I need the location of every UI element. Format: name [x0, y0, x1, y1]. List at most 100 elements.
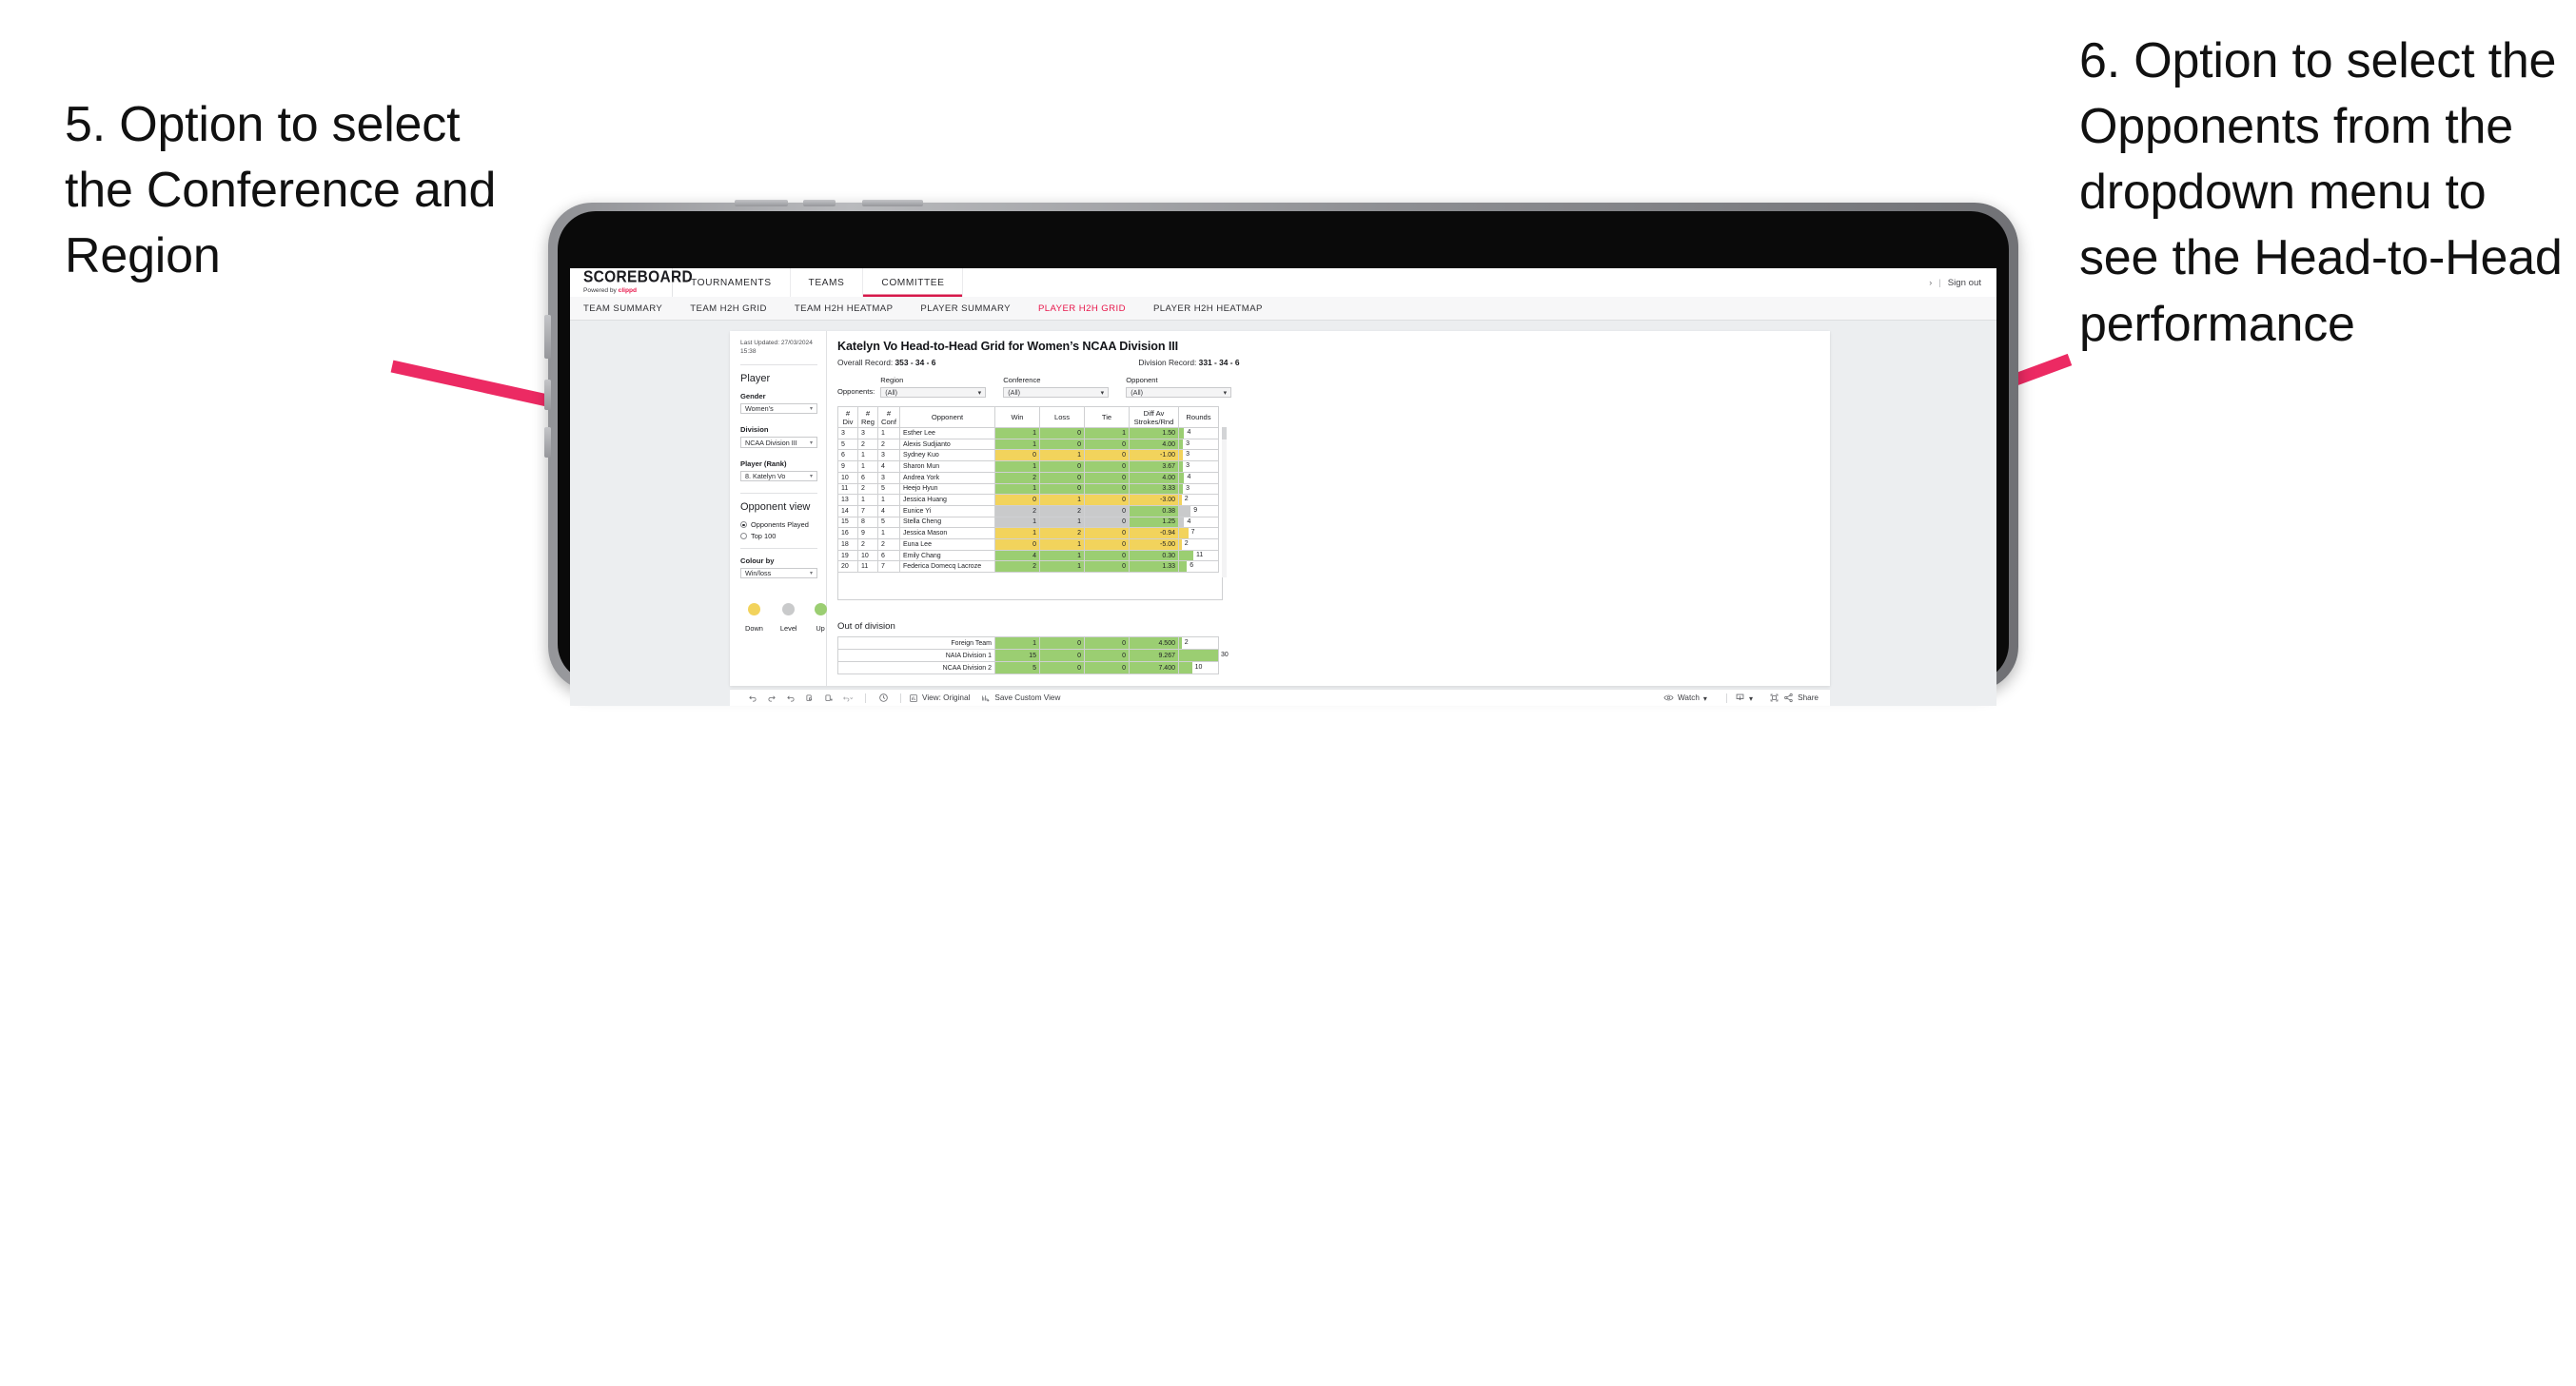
save-custom-view-button[interactable]: Save Custom View — [981, 693, 1060, 703]
opponent-value: (All) — [1131, 387, 1144, 397]
refresh-icon[interactable] — [800, 693, 819, 703]
table-row[interactable]: 18 2 2 Euna Lee 0 1 0 -5.00 2 — [837, 538, 1219, 551]
table-row[interactable]: 5 2 2 Alexis Sudjianto 1 0 0 4.00 3 — [837, 438, 1219, 451]
table-row[interactable]: 19 10 6 Emily Chang 4 1 0 0.30 11 — [837, 549, 1219, 562]
cell-0: 15 — [837, 516, 858, 529]
cell-6: 0 — [1084, 438, 1130, 451]
out-of-division-row[interactable]: NAIA Division 1 15 0 0 9.267 30 — [837, 649, 1229, 663]
player-rank-select[interactable]: 8. Katelyn Vo ▾ — [740, 470, 817, 482]
app-root: SCOREBOARD Powered by clippd TOURNAMENTS… — [570, 268, 1996, 706]
table-row[interactable]: 9 1 4 Sharon Mun 1 0 0 3.67 3 — [837, 460, 1219, 473]
undo-icon[interactable] — [743, 693, 762, 703]
col-header-4[interactable]: Win — [994, 406, 1040, 428]
table-row[interactable]: 15 8 5 Stella Cheng 1 1 0 1.25 4 — [837, 516, 1219, 529]
radio-opponents-played[interactable]: Opponents Played — [740, 520, 817, 529]
side-button-1[interactable] — [544, 315, 551, 359]
table-row[interactable]: 6 1 3 Sydney Kuo 0 1 0 -1.00 3 — [837, 449, 1219, 462]
grid-blank-area — [837, 573, 1223, 601]
side-button-2[interactable] — [544, 380, 551, 410]
cell-5: 1 — [1039, 549, 1085, 562]
rounds-value: 3 — [1186, 484, 1190, 492]
col-header-0[interactable]: # Div — [837, 406, 858, 428]
side-button-3[interactable] — [544, 427, 551, 458]
table-row[interactable]: 13 1 1 Jessica Huang 0 1 0 -3.00 2 — [837, 494, 1219, 506]
region-select[interactable]: (All) ▾ — [880, 386, 987, 398]
topnav-teams[interactable]: TEAMS — [791, 268, 864, 297]
undo-dropdown-icon[interactable] — [838, 693, 857, 703]
ood-cell-1: 0 — [1039, 636, 1085, 651]
legend-level-label: Level — [779, 624, 797, 634]
conference-select[interactable]: (All) ▾ — [1003, 386, 1110, 398]
cell-1: 11 — [857, 560, 878, 574]
cell-5: 0 — [1039, 471, 1085, 484]
col-header-2[interactable]: # Conf — [877, 406, 900, 428]
chevron-down-icon: ▾ — [809, 406, 813, 413]
table-row[interactable]: 14 7 4 Eunice Yi 2 2 0 0.38 9 — [837, 504, 1219, 517]
rounds-bar-cell: 3 — [1178, 482, 1219, 496]
view-original-label: View: Original — [922, 693, 971, 702]
subnav-player-h2h-grid[interactable]: PLAYER H2H GRID — [1038, 303, 1126, 314]
cell-5: 0 — [1039, 438, 1085, 451]
rounds-bar-fill — [1179, 528, 1189, 538]
radio-opponents-played-label: Opponents Played — [751, 520, 809, 530]
rounds-bar-fill — [1179, 551, 1194, 560]
col-header-7[interactable]: Diff Av Strokes/Rnd — [1129, 406, 1179, 428]
redo-icon[interactable] — [762, 693, 781, 703]
download-button[interactable]: ▾ — [1735, 693, 1753, 703]
grid-vertical-scrollbar[interactable] — [1222, 427, 1227, 577]
topnav-committee[interactable]: COMMITTEE — [863, 268, 964, 297]
cell-7: 4.00 — [1129, 438, 1179, 451]
table-row[interactable]: 16 9 1 Jessica Mason 1 2 0 -0.94 7 — [837, 527, 1219, 540]
cell-3: Stella Cheng — [899, 516, 995, 529]
powered-prefix: Powered by — [583, 287, 619, 295]
table-row[interactable]: 10 6 3 Andrea York 2 0 0 4.00 4 — [837, 471, 1219, 484]
scrollbar-thumb[interactable] — [1222, 427, 1227, 439]
rounds-bar-cell: 9 — [1178, 504, 1219, 517]
player-rank-label: Player (Rank) — [740, 459, 787, 468]
subnav-player-summary[interactable]: PLAYER SUMMARY — [920, 303, 1011, 314]
col-header-3[interactable]: Opponent — [899, 406, 995, 428]
view-original-button[interactable]: View: Original — [909, 693, 970, 703]
watch-button[interactable]: Watch ▾ — [1663, 693, 1707, 703]
brand-logo[interactable]: SCOREBOARD Powered by clippd — [570, 268, 693, 297]
out-of-division-row[interactable]: NCAA Division 2 5 0 0 7.400 10 — [837, 661, 1219, 675]
volume-up-button[interactable] — [735, 200, 788, 206]
gender-select[interactable]: Women’s ▾ — [740, 402, 817, 415]
volume-down-button[interactable] — [803, 200, 836, 206]
col-header-5[interactable]: Loss — [1039, 406, 1085, 428]
out-of-division-row[interactable]: Foreign Team 1 0 0 4.500 2 — [837, 636, 1219, 651]
gender-value: Women’s — [745, 404, 774, 414]
sign-out-link[interactable]: Sign out — [1948, 278, 1981, 288]
division-select[interactable]: NCAA Division III ▾ — [740, 437, 817, 448]
table-row[interactable]: 3 3 1 Esther Lee 1 0 1 1.50 4 — [837, 427, 1219, 439]
chevron-down-icon: ▾ — [1223, 387, 1228, 397]
subnav-player-h2h-heatmap[interactable]: PLAYER H2H HEATMAP — [1153, 303, 1263, 314]
revert-icon[interactable] — [781, 693, 800, 703]
table-row[interactable]: 20 11 7 Federica Domecq Lacroze 2 1 0 1.33 6 — [837, 560, 1219, 574]
radio-top-100[interactable]: Top 100 — [740, 532, 817, 540]
cell-0: 20 — [837, 560, 858, 574]
power-button[interactable] — [862, 200, 923, 206]
rounds-value: 3 — [1186, 439, 1190, 447]
cell-0: 16 — [837, 527, 858, 540]
ood-rounds-bar-cell: 10 — [1178, 661, 1219, 675]
cell-6: 0 — [1084, 516, 1130, 529]
cell-4: 1 — [994, 482, 1040, 496]
col-header-8[interactable]: Rounds — [1178, 406, 1219, 428]
fullscreen-icon[interactable] — [1764, 693, 1783, 703]
pause-refresh-icon[interactable] — [874, 693, 893, 703]
col-header-1[interactable]: # Reg — [857, 406, 878, 428]
watch-label: Watch — [1677, 693, 1700, 702]
subnav-team-summary[interactable]: TEAM SUMMARY — [583, 303, 662, 314]
opponent-select[interactable]: (All) ▾ — [1126, 386, 1232, 398]
chevron-right-icon[interactable]: › — [1929, 278, 1932, 287]
col-header-6[interactable]: Tie — [1084, 406, 1130, 428]
share-button[interactable]: Share — [1783, 693, 1819, 703]
opponents-filter-label: Opponents: — [837, 386, 875, 396]
colour-by-select[interactable]: Win/loss ▾ — [740, 567, 817, 579]
subnav-team-h2h-heatmap[interactable]: TEAM H2H HEATMAP — [795, 303, 894, 314]
rounds-bar-cell: 2 — [1178, 538, 1219, 551]
subnav-team-h2h-grid[interactable]: TEAM H2H GRID — [690, 303, 767, 314]
pause-auto-update-icon[interactable] — [819, 693, 838, 703]
table-row[interactable]: 11 2 5 Heejo Hyun 1 0 0 3.33 3 — [837, 482, 1219, 496]
